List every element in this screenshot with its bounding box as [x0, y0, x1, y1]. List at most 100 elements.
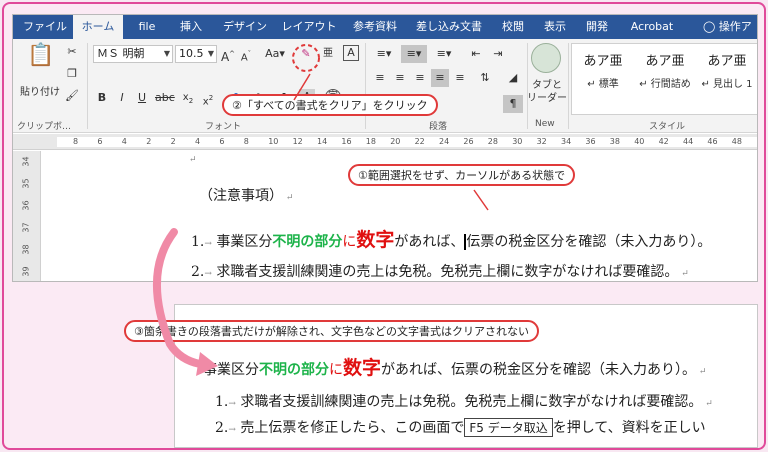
paste-button-label[interactable]: 貼り付け — [15, 83, 65, 98]
cut-icon[interactable]: ✂ — [63, 43, 81, 61]
text-run: 売上伝票を修正したら、この画面で — [240, 420, 465, 436]
horizontal-ruler[interactable]: 8 6 4 2 2 4 6 8 10 12 14 16 18 20 22 24 26 28 30 32 34 36 38 40… — [13, 134, 757, 150]
ruler-tick-label: 34 — [561, 137, 572, 146]
style-normal[interactable]: あア亜 ↵ 標準 — [572, 50, 634, 90]
lightbulb-icon: ◯ — [703, 20, 716, 33]
ruler-tick-label: 42 — [658, 137, 669, 146]
ruler-tick-label: 22 — [414, 137, 425, 146]
align-left-icon[interactable]: ≡ — [371, 69, 389, 87]
text-run: 伝票の税金区分を確認（未入力あり）。 — [466, 234, 712, 250]
tab-leader-button-label[interactable]: タブと リーダー — [525, 79, 569, 105]
tab-developer[interactable]: 開発 — [579, 15, 615, 39]
shrink-font-icon[interactable]: Aˇ — [237, 45, 255, 63]
text-run: 求職者支援訓練関連の売上は免税。免税売上欄に数字がなければ要確認。 — [216, 264, 679, 280]
align-center-icon[interactable]: ≡ — [391, 69, 409, 87]
ribbon-tab-bar: ファイル ホーム file 挿入 デザイン レイアウト 参考資料 差し込み文書 … — [13, 15, 757, 39]
justify-icon[interactable]: ≡ — [431, 69, 449, 87]
ruler-tick-label: 6 — [97, 137, 103, 146]
change-case-icon[interactable]: Aa▾ — [261, 45, 289, 63]
tab-home[interactable]: ホーム — [73, 15, 123, 39]
decrease-indent-icon[interactable]: ⇤ — [467, 45, 485, 63]
callout-step-2: ②「すべての書式をクリア」をクリック — [222, 94, 438, 116]
style-heading-1[interactable]: あア亜 ↵ 見出し 1 — [696, 50, 757, 90]
distributed-icon[interactable]: ≡ — [451, 69, 469, 87]
subscript-icon[interactable]: x2 — [179, 89, 197, 107]
tab-leader-icon[interactable] — [531, 43, 561, 73]
ruler-tick-label: 6 — [219, 137, 225, 146]
strikethrough-icon[interactable]: abc — [155, 89, 175, 107]
list-number: 2. — [191, 264, 205, 280]
format-painter-icon[interactable]: 🖌 — [63, 87, 81, 105]
bullets-icon[interactable]: ≡▾ — [371, 45, 397, 63]
character-border-icon[interactable]: A — [343, 45, 359, 61]
ruler-tick-label: 8 — [73, 137, 79, 146]
text-run: 事業区分 — [216, 234, 273, 250]
tab-references[interactable]: 参考資料 — [347, 15, 403, 39]
tab-layout[interactable]: レイアウト — [277, 15, 341, 39]
word-window: ファイル ホーム file 挿入 デザイン レイアウト 参考資料 差し込み文書 … — [12, 14, 758, 282]
ruler-tick-label: 44 — [683, 137, 694, 146]
result-line-2: 1.→ 求職者支援訓練関連の売上は免税。免税売上欄に数字がなければ要確認。 ↵ — [215, 394, 713, 410]
chevron-down-icon: ▼ — [163, 49, 170, 58]
ruler-tick-label: 2 — [170, 137, 176, 146]
ruler-tick-label: 30 — [512, 137, 523, 146]
ruler-tick-label: 32 — [536, 137, 547, 146]
underline-icon[interactable]: U — [133, 89, 151, 107]
shading-icon[interactable]: ◢ — [501, 69, 525, 87]
styles-gallery: あア亜 ↵ 標準 あア亜 ↵ 行間詰め あア亜 ↵ 見出し 1 — [571, 43, 757, 115]
tab-insert[interactable]: 挿入 — [171, 15, 211, 39]
list-number: 2. — [215, 420, 229, 436]
show-marks-icon[interactable]: ¶ — [503, 95, 523, 113]
divider — [87, 43, 88, 129]
ruler-tick-label: 20 — [390, 137, 401, 146]
style-name: ↵ 見出し 1 — [701, 79, 753, 90]
tab-file-2[interactable]: file — [127, 15, 167, 39]
text-run: を押して、資料を正しい — [552, 420, 706, 436]
tab-review[interactable]: 校閲 — [495, 15, 531, 39]
clear-formatting-icon[interactable]: ✎ — [297, 45, 315, 63]
doc-heading: （注意事項） ↵ — [199, 188, 294, 204]
tab-view[interactable]: 表示 — [537, 15, 573, 39]
tab-tell-me[interactable]: ◯ 操作ア — [703, 15, 757, 39]
ribbon: 📋 貼り付け ✂ ❐ 🖌 クリップボ… ＭＳ 明朝 ▼ 10.5 ▼ A^ Aˇ A… — [13, 39, 757, 133]
ruler-text-area — [57, 137, 757, 147]
font-group-label: フォント — [205, 122, 242, 132]
ruler-tick-label: 16 — [341, 137, 352, 146]
ruler-tick-label: 18 — [365, 137, 376, 146]
style-name: ↵ 行間詰め — [639, 79, 691, 90]
vertical-ruler[interactable]: 34 35 36 37 38 39 — [13, 151, 41, 281]
result-line-3: 2.→ 売上伝票を修正したら、この画面で F5 データ取込 を押して、資料を正しい — [215, 418, 706, 437]
line-spacing-icon[interactable]: ⇅ — [473, 69, 497, 87]
style-name: ↵ 標準 — [587, 79, 619, 90]
numbering-icon[interactable]: ≡▾ — [401, 45, 427, 63]
red-text-run: に — [342, 234, 357, 250]
bold-icon[interactable]: B — [93, 89, 111, 107]
italic-icon[interactable]: I — [113, 89, 131, 107]
phonetic-guide-icon[interactable]: 亜 — [319, 45, 337, 63]
multilevel-list-icon[interactable]: ≡▾ — [431, 45, 457, 63]
vruler-tick-label: 35 — [21, 178, 31, 189]
copy-icon[interactable]: ❐ — [63, 65, 81, 83]
tab-design[interactable]: デザイン — [217, 15, 273, 39]
tab-acrobat[interactable]: Acrobat — [621, 15, 683, 39]
ruler-tick-label: 4 — [195, 137, 201, 146]
chevron-down-icon: ▼ — [207, 49, 214, 58]
font-name-combo[interactable]: ＭＳ 明朝 ▼ — [93, 45, 173, 63]
text-run: があれば、伝票の税金区分を確認（未入力あり）。 — [381, 362, 697, 378]
tab-file[interactable]: ファイル — [21, 15, 69, 39]
style-name-text: 見出し 1 — [713, 79, 753, 90]
align-right-icon[interactable]: ≡ — [411, 69, 429, 87]
styles-group-label: スタイル — [649, 122, 686, 132]
ruler-tick-label: 8 — [243, 137, 249, 146]
style-preview: あア亜 — [583, 54, 623, 69]
font-size-combo[interactable]: 10.5 ▼ — [175, 45, 217, 63]
style-preview: あア亜 — [707, 54, 747, 69]
ruler-tick-label: 40 — [634, 137, 645, 146]
paste-icon[interactable]: 📋 — [23, 43, 59, 73]
increase-indent-icon[interactable]: ⇥ — [489, 45, 507, 63]
tab-mailings[interactable]: 差し込み文書 — [409, 15, 489, 39]
superscript-icon[interactable]: x2 — [199, 89, 217, 107]
grow-font-icon[interactable]: A^ — [219, 45, 237, 64]
style-no-spacing[interactable]: あア亜 ↵ 行間詰め — [634, 50, 696, 90]
vruler-tick-label: 39 — [21, 266, 31, 277]
